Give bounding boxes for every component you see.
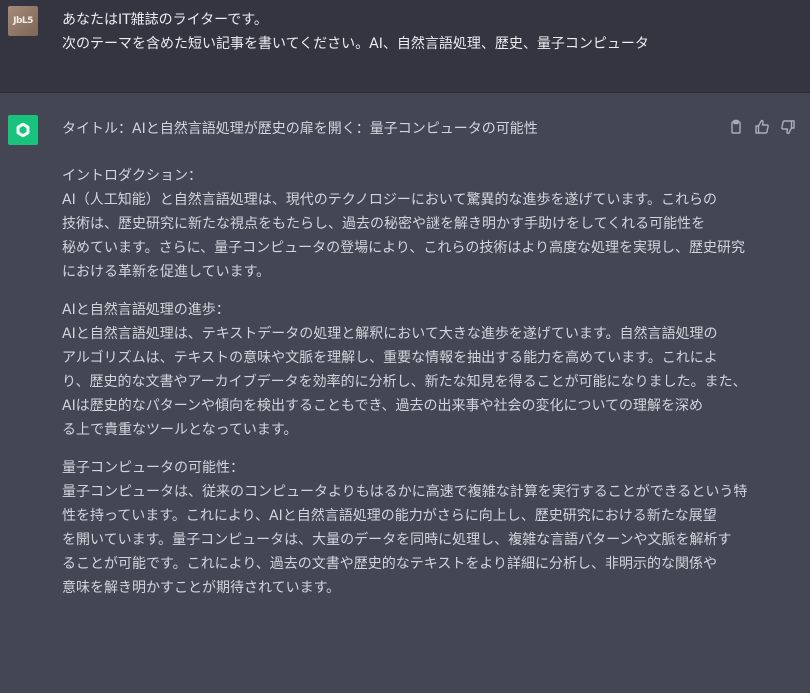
paragraph-line: 技術は、歴史研究に新たな視点をもたらし、過去の秘密や謎を解き明かす手助けをしてく…: [62, 216, 706, 232]
section-heading: AIと自然言語処理の進歩：: [62, 302, 230, 318]
paragraph-line: AI（人工知能）と自然言語処理は、現代のテクノロジーにおいて驚異的な進歩を遂げて…: [62, 192, 718, 208]
user-message-line: 次のテーマを含めた短い記事を書いてください。AI、自然言語処理、歴史、量子コンピ…: [62, 36, 649, 52]
paragraph-line: AIは歴史的なパターンや傾向を検出することもでき、過去の出来事や社会の変化につい…: [62, 398, 704, 414]
thumbs-down-icon[interactable]: [778, 117, 798, 137]
paragraph-line: AIと自然言語処理は、テキストデータの処理と解釈において大きな進歩を遂げています…: [62, 326, 718, 342]
copy-icon[interactable]: [726, 117, 746, 137]
message-actions: [726, 117, 798, 137]
paragraph-line: アルゴリズムは、テキストの意味や文脈を理解し、重要な情報を抽出する能力を高めてい…: [62, 350, 718, 366]
paragraph-line: る上で貴重なツールとなっています。: [62, 422, 298, 438]
paragraph-line: り、歴史的な文書やアーカイブデータを効率的に分析し、新たな知見を得ることが可能に…: [62, 374, 747, 390]
user-avatar-text: JbL5: [13, 16, 33, 26]
user-message: JbL5 あなたはIT雑誌のライターです。 次のテーマを含めた短い記事を書いてく…: [0, 0, 810, 93]
paragraph-line: 意味を解き明かすことが期待されています。: [62, 580, 341, 596]
section-heading: イントロダクション：: [62, 168, 202, 184]
user-message-text: あなたはIT雑誌のライターです。 次のテーマを含めた短い記事を書いてください。A…: [62, 8, 782, 56]
user-message-line: あなたはIT雑誌のライターです。: [62, 12, 268, 28]
paragraph-line: を開いています。量子コンピュータは、大量のデータを同時に処理し、複雑な言語パター…: [62, 532, 732, 548]
assistant-answer: タイトル：AIと自然言語処理が歴史の扉を開く：量子コンピュータの可能性 イントロ…: [62, 117, 748, 600]
assistant-message: タイトル：AIと自然言語処理が歴史の扉を開く：量子コンピュータの可能性 イントロ…: [0, 93, 810, 693]
paragraph-line: ることが可能です。これにより、過去の文書や歴史的なテキストをより詳細に分析し、非…: [62, 556, 718, 572]
section-heading: 量子コンピュータの可能性：: [62, 460, 244, 476]
paragraph-line: 量子コンピュータは、従来のコンピュータよりもはるかに高速で複雑な計算を実行するこ…: [62, 484, 748, 500]
paragraph-line: における革新を促進しています。: [62, 264, 271, 280]
paragraph-line: 性を持っています。これにより、AIと自然言語処理の能力がさらに向上し、歴史研究に…: [62, 508, 717, 524]
article-title: タイトル：AIと自然言語処理が歴史の扉を開く：量子コンピュータの可能性: [62, 121, 538, 137]
paragraph-line: 秘めています。さらに、量子コンピュータの登場により、これらの技術はより高度な処理…: [62, 240, 746, 256]
thumbs-up-icon[interactable]: [752, 117, 772, 137]
openai-logo-icon: [8, 115, 38, 145]
user-avatar: JbL5: [8, 6, 38, 36]
